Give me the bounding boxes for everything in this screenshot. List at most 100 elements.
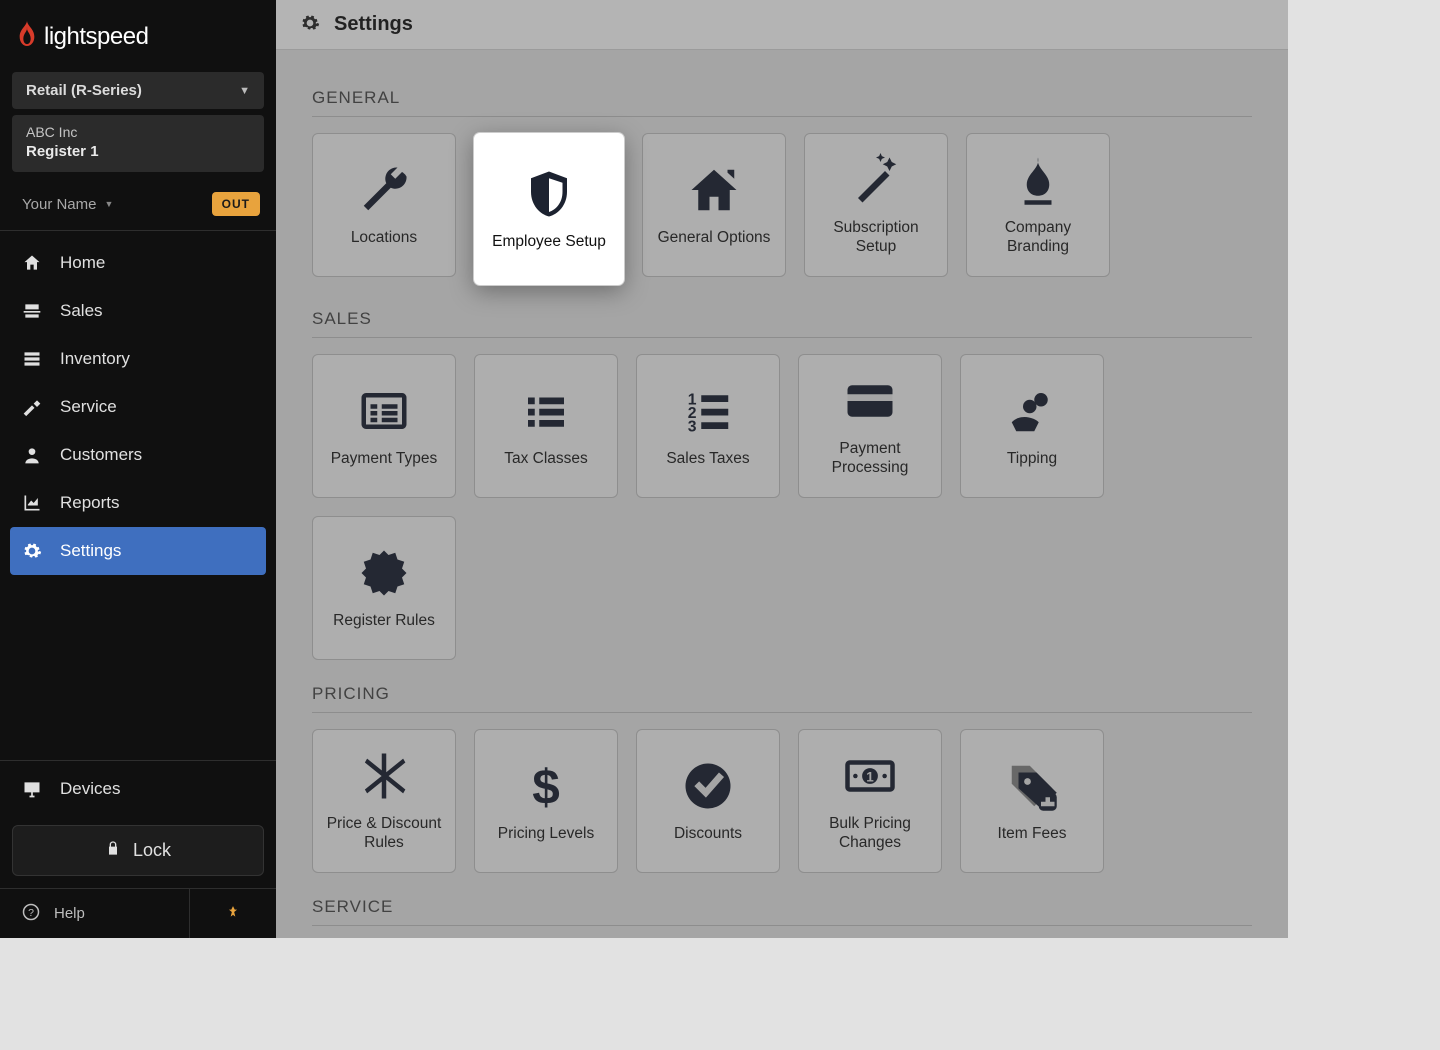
tile-label: Bulk Pricing Changes <box>807 815 933 852</box>
tile-general-options[interactable]: General Options <box>642 133 786 277</box>
nav-label: Service <box>60 397 117 417</box>
hammer-icon <box>22 397 42 417</box>
help-label: Help <box>54 905 85 922</box>
sidebar: lightspeed Retail (R-Series) ▼ ABC Inc R… <box>0 0 276 938</box>
tile-register-rules[interactable]: Register Rules <box>312 516 456 660</box>
nav-label: Sales <box>60 301 103 321</box>
section-title-service: SERVICE <box>312 897 1252 917</box>
user-icon <box>22 445 42 465</box>
monitor-icon <box>22 779 42 799</box>
chevron-down-icon: ▼ <box>105 199 114 209</box>
divider <box>312 337 1252 338</box>
pin-icon <box>226 903 240 925</box>
tiles-pricing: Price & Discount Rules $ Pricing Levels … <box>312 729 1252 873</box>
tile-tipping[interactable]: Tipping <box>960 354 1104 498</box>
tiles-sales: Payment Types Tax Classes 123 Sales Taxe… <box>312 354 1252 660</box>
form-icon <box>357 384 411 438</box>
tile-pricing-levels[interactable]: $ Pricing Levels <box>474 729 618 873</box>
tile-employee-setup[interactable]: Employee Setup <box>474 133 624 285</box>
question-icon: ? <box>22 903 40 925</box>
tile-sales-taxes[interactable]: 123 Sales Taxes <box>636 354 780 498</box>
tiles-general: Locations Employee Setup General Options… <box>312 133 1252 285</box>
tile-item-fees[interactable]: Item Fees <box>960 729 1104 873</box>
nav-label: Settings <box>60 541 121 561</box>
gear-icon <box>22 541 42 561</box>
tile-payment-types[interactable]: Payment Types <box>312 354 456 498</box>
nav-label: Home <box>60 253 105 273</box>
divider <box>312 925 1252 926</box>
svg-text:3: 3 <box>688 418 697 435</box>
series-selector[interactable]: Retail (R-Series) ▼ <box>12 72 264 109</box>
tile-label: Tax Classes <box>504 450 588 469</box>
help-button[interactable]: ? Help <box>0 889 190 938</box>
divider <box>312 116 1252 117</box>
tile-price-discount-rules[interactable]: Price & Discount Rules <box>312 729 456 873</box>
tile-company-branding[interactable]: Company Branding <box>966 133 1110 277</box>
tile-bulk-pricing-changes[interactable]: 1 Bulk Pricing Changes <box>798 729 942 873</box>
nav-sales[interactable]: Sales <box>0 287 276 335</box>
clock-out-badge[interactable]: OUT <box>212 192 260 216</box>
sidebar-bottom: Devices Lock ? Help <box>0 760 276 938</box>
divider <box>312 712 1252 713</box>
credit-card-icon <box>843 374 897 428</box>
svg-text:1: 1 <box>866 770 874 785</box>
wrench-icon <box>357 163 411 217</box>
brand-logo[interactable]: lightspeed <box>0 0 276 62</box>
tile-label: Company Branding <box>975 219 1101 256</box>
page-title: Settings <box>334 13 413 36</box>
nav-label: Devices <box>60 779 120 799</box>
tile-label: Price & Discount Rules <box>321 815 447 852</box>
user-row: Your Name ▼ OUT <box>0 178 276 231</box>
lock-icon <box>105 840 121 861</box>
register-icon <box>22 301 42 321</box>
primary-nav: Home Sales Inventory Service Customers R… <box>0 231 276 760</box>
tile-label: Payment Processing <box>807 440 933 477</box>
svg-text:$: $ <box>532 760 560 813</box>
shield-icon <box>522 167 576 221</box>
series-selector-label: Retail (R-Series) <box>26 82 142 99</box>
nav-home[interactable]: Home <box>0 239 276 287</box>
asterisk-icon <box>357 749 411 803</box>
tile-label: Register Rules <box>333 612 435 631</box>
dollar-icon: $ <box>519 759 573 813</box>
nav-reports[interactable]: Reports <box>0 479 276 527</box>
tile-label: Subscription Setup <box>813 219 939 256</box>
nav-customers[interactable]: Customers <box>0 431 276 479</box>
user-menu[interactable]: Your Name ▼ <box>22 196 113 213</box>
lock-button[interactable]: Lock <box>12 825 264 876</box>
lock-label: Lock <box>133 840 171 861</box>
tile-tax-classes[interactable]: Tax Classes <box>474 354 618 498</box>
gear-icon <box>300 13 320 37</box>
flame-icon <box>1011 153 1065 207</box>
list-icon <box>519 384 573 438</box>
topbar: Settings <box>276 0 1288 50</box>
company-name: ABC Inc <box>26 123 250 142</box>
tile-label: Tipping <box>1007 450 1057 469</box>
tile-locations[interactable]: Locations <box>312 133 456 277</box>
chevron-down-icon: ▼ <box>239 85 250 97</box>
tile-label: Discounts <box>674 825 742 844</box>
svg-text:?: ? <box>28 906 34 918</box>
nav-service[interactable]: Service <box>0 383 276 431</box>
drawer-icon <box>22 349 42 369</box>
tile-discounts[interactable]: Discounts <box>636 729 780 873</box>
store-info[interactable]: ABC Inc Register 1 <box>12 115 264 172</box>
nav-inventory[interactable]: Inventory <box>0 335 276 383</box>
tile-payment-processing[interactable]: Payment Processing <box>798 354 942 498</box>
tile-label: General Options <box>658 229 771 248</box>
section-title-pricing: PRICING <box>312 684 1252 704</box>
tags-plus-icon <box>1005 759 1059 813</box>
content: GENERAL Locations Employee Setup General… <box>276 50 1288 938</box>
seal-icon <box>357 546 411 600</box>
tip-icon <box>1005 384 1059 438</box>
brand-text: lightspeed <box>44 23 148 51</box>
pin-button[interactable] <box>190 889 276 938</box>
nav-settings[interactable]: Settings <box>10 527 266 575</box>
main: Settings GENERAL Locations Employee Setu… <box>276 0 1288 938</box>
section-title-general: GENERAL <box>312 88 1252 108</box>
section-title-sales: SALES <box>312 309 1252 329</box>
nav-devices[interactable]: Devices <box>0 761 276 813</box>
tile-label: Item Fees <box>998 825 1067 844</box>
tile-subscription-setup[interactable]: Subscription Setup <box>804 133 948 277</box>
register-name: Register 1 <box>26 142 250 162</box>
